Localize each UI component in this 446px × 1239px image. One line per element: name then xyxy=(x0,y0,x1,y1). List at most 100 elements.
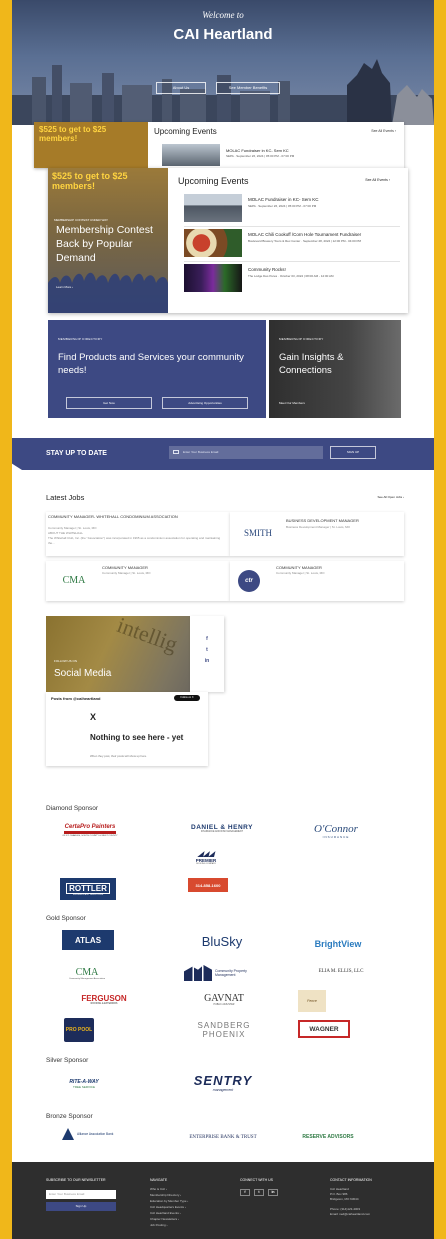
footer-twitter-icon[interactable]: t xyxy=(254,1189,264,1196)
job-subtitle: Community Manager | St. Louis, MO xyxy=(102,571,151,575)
sandberg-phoenix-logo[interactable]: SANDBERG PHOENIX xyxy=(184,1016,264,1044)
promo-badge: $525 to get to $25 members! xyxy=(52,171,128,191)
footer-signup-button[interactable]: Sign Up xyxy=(46,1202,116,1211)
alliance-mark-icon xyxy=(62,1128,74,1140)
sentry-sub: management xyxy=(212,1087,234,1092)
premier-mark-icon: ◢◢◢ xyxy=(197,850,215,858)
premier-phone-logo[interactable]: 314-858-1600 xyxy=(188,878,228,892)
event-title[interactable]: Community Rocks! xyxy=(248,267,286,272)
enterprise-bank-logo[interactable]: ENTERPRISE BANK & TRUST xyxy=(180,1128,266,1146)
community-property-logo[interactable]: Community Property Management xyxy=(184,960,270,986)
footer-connect-heading: CONNECT WITH US xyxy=(240,1178,273,1182)
event-item[interactable]: Community Rocks! The Lodge Des Peres · O… xyxy=(184,264,404,294)
social-heading: Social Media xyxy=(54,668,112,679)
cpm-text: Community Property Management xyxy=(215,969,247,977)
event-title[interactable]: MOLAC Chili Cookoff /Corn Hole Tournamen… xyxy=(248,232,361,237)
footer-facebook-icon[interactable]: f xyxy=(240,1189,250,1196)
strip-see-all-link[interactable]: See All Events › xyxy=(371,129,396,133)
fence-logo[interactable]: Fence xyxy=(298,990,326,1012)
directory-kicker: MEMBERSHIP DIRECTORY xyxy=(58,337,103,341)
strip-event-date: SEPA · September 26, 2024 | 05:00 PM - 0… xyxy=(226,154,295,158)
feed-empty-heading: Nothing to see here - yet xyxy=(90,733,184,742)
linkedin-icon[interactable]: in xyxy=(203,658,211,664)
twitter-icon[interactable]: t xyxy=(203,647,211,653)
rottler-logo[interactable]: ROTTLER PROVEN PEST SOLUTIONS xyxy=(60,878,116,900)
follow-on-x-button[interactable]: Follow on X xyxy=(174,695,200,701)
footer-linkedin-icon[interactable]: in xyxy=(268,1189,278,1196)
event-image[interactable] xyxy=(184,229,242,257)
footer-nav-link[interactable]: Job Posting › xyxy=(150,1223,168,1227)
brightview-logo[interactable]: BrightView xyxy=(298,934,378,954)
certapro-logo[interactable]: CertaPro Painters OF ST. CHARLES, SOUTH … xyxy=(60,818,120,842)
facebook-icon[interactable]: f xyxy=(203,636,211,642)
job-title[interactable]: COMMUNITY MANAGER xyxy=(276,565,322,570)
ferguson-logo[interactable]: FERGUSON ROOFING & EXTERIORS xyxy=(64,988,144,1010)
footer-nav-link[interactable]: Who is CAI › xyxy=(150,1187,167,1191)
newsletter-signup-button[interactable]: SIGN UP xyxy=(330,446,376,459)
rite-a-way-logo[interactable]: RITE-A-WAY TREE SERVICE xyxy=(62,1070,106,1098)
advertising-button[interactable]: Advertising Opportunities xyxy=(162,397,248,409)
daniel-sub: INSURANCE AND RISK MANAGEMENT xyxy=(201,830,243,833)
newsletter-email-input[interactable]: Enter Your Business Email xyxy=(169,446,323,459)
footer-contact-line: Phone: (314)123-4003 xyxy=(330,1207,361,1211)
gavnat-logo[interactable]: GAVNAT PUBLIC ADJUSTER xyxy=(184,988,264,1010)
about-us-button[interactable]: About Us xyxy=(156,82,206,94)
footer-contact-line: Bridgeton, MO 63044 xyxy=(330,1197,359,1201)
job-subtitle: Community Manager | St. Louis, MO xyxy=(276,571,325,575)
job-title[interactable]: COMMUNITY MANAGER- WHITEHALL CONDOMINIUM… xyxy=(48,514,226,519)
directory-card-insights: MEMBERSHIP DIRECTORY Gain Insights & Con… xyxy=(269,320,401,418)
divider xyxy=(184,226,400,227)
strip-event-title[interactable]: MOLAC Fundraiser in KC- Sem KC xyxy=(226,148,289,153)
cma-logo[interactable]: CMA Community Management Association xyxy=(62,960,112,986)
job-card[interactable]: CMA COMMUNITY MANAGER Community Manager … xyxy=(46,561,230,601)
ferguson-sub: ROOFING & EXTERIORS xyxy=(90,1002,118,1005)
wagner-logo[interactable]: WAGNER xyxy=(298,1020,350,1038)
gold-sponsor-heading: Gold Sponsor xyxy=(46,915,86,922)
promo-learn-more-link[interactable]: Learn More › xyxy=(56,285,73,289)
event-item[interactable]: MOLAC Chili Cookoff /Corn Hole Tournamen… xyxy=(184,229,404,262)
alliance-bank-logo[interactable]: Alliance Association Bank xyxy=(62,1124,122,1144)
reserve-advisors-logo[interactable]: RESERVE ADVISORS xyxy=(298,1126,358,1148)
event-image[interactable] xyxy=(184,194,242,222)
atlas-logo[interactable]: ATLAS xyxy=(62,930,114,950)
oconnor-text: O'Connor xyxy=(314,823,358,835)
footer-nav-link[interactable]: CAI Heartland Events › xyxy=(150,1211,181,1215)
footer-nav-link[interactable]: CAI Headquarters Events › xyxy=(150,1205,186,1209)
hero-banner: Welcome to CAI Heartland About Us See Me… xyxy=(12,0,434,125)
job-card[interactable]: ctr COMMUNITY MANAGER Community Manager … xyxy=(230,561,404,601)
job-card[interactable]: COMMUNITY MANAGER- WHITEHALL CONDOMINIUM… xyxy=(46,512,230,556)
event-detail: SEPA · September 26, 2024 | 05:00 PM - 0… xyxy=(248,204,317,208)
strip-event-image[interactable] xyxy=(162,144,220,166)
job-title[interactable]: BUSINESS DEVELOPMENT MANAGER xyxy=(286,518,359,523)
sentry-logo[interactable]: SENTRY management xyxy=(180,1070,266,1094)
event-item[interactable]: MOLAC Fundraiser in KC- Sem KC SEPA · Se… xyxy=(184,194,404,227)
strip-heading: Upcoming Events xyxy=(154,127,217,136)
member-benefits-button[interactable]: See Member Benefits xyxy=(216,82,280,94)
company-logo: CMA xyxy=(62,575,86,586)
company-logo: ctr xyxy=(238,570,260,592)
elia-ellis-logo[interactable]: ELIA M. ELLIS, LLC xyxy=(298,962,384,980)
cpm-mark-icon xyxy=(184,965,212,981)
see-all-jobs-link[interactable]: See All Open Jobs › xyxy=(377,495,404,499)
blusky-logo[interactable]: BluSky xyxy=(184,930,260,952)
get-now-button[interactable]: Get Now xyxy=(66,397,152,409)
job-card[interactable]: SMITH BUSINESS DEVELOPMENT MANAGER Busin… xyxy=(230,512,404,556)
twitter-feed: Posts from @caiheartland Follow on X X N… xyxy=(46,692,208,766)
footer-nav-link[interactable]: Chapter Newsletters › xyxy=(150,1217,179,1221)
job-title[interactable]: COMMUNITY MANAGER xyxy=(102,565,148,570)
footer-nav-link[interactable]: Education by Member Type › xyxy=(150,1199,188,1203)
pro-pool-logo[interactable]: PRO POOL xyxy=(64,1018,94,1042)
social-icons-panel: f t in xyxy=(190,616,224,692)
daniel-henry-logo[interactable]: DANIEL & HENRY INSURANCE AND RISK MANAGE… xyxy=(182,818,262,838)
event-image[interactable] xyxy=(184,264,242,292)
certapro-bar xyxy=(64,830,116,834)
oconnor-logo[interactable]: O'Connor INSURANCE xyxy=(296,818,376,844)
see-all-events-link[interactable]: See All Events › xyxy=(365,178,390,182)
premier-roofing-logo[interactable]: ◢◢◢ PREMIER ROOFING COMPANY xyxy=(188,844,224,870)
footer-nav-link[interactable]: Membership Directory › xyxy=(150,1193,181,1197)
meet-members-link[interactable]: Meet Our Members xyxy=(279,401,305,405)
footer-email-input[interactable]: Enter Your Business Email xyxy=(46,1190,116,1199)
membership-promo[interactable]: $525 to get to $25 members! MEMBERSHIP C… xyxy=(48,168,168,313)
event-title[interactable]: MOLAC Fundraiser in KC- Sem KC xyxy=(248,197,319,202)
strip-promo-image[interactable]: $525 to get to $25 members! xyxy=(34,122,148,168)
